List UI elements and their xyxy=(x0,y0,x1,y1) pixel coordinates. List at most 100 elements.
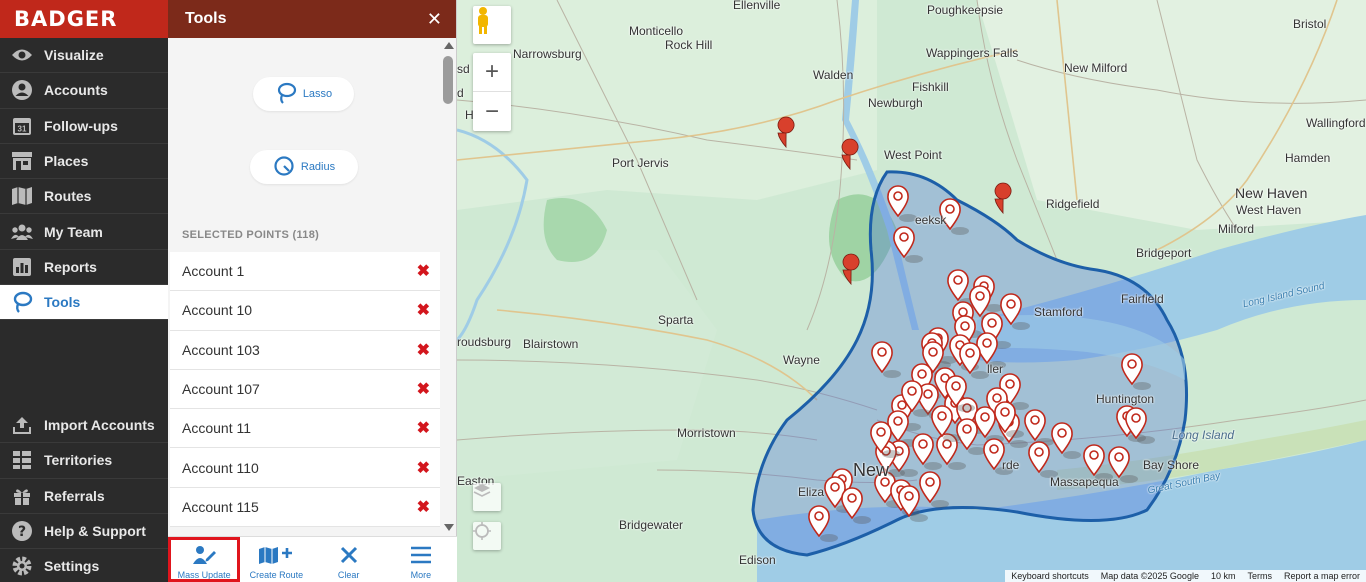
mass-update-button[interactable]: Mass Update xyxy=(168,537,241,582)
panel-scrollbar[interactable] xyxy=(442,38,455,535)
tools-panel: Tools ✕ Lasso Radius SELECTED POINTS (11… xyxy=(168,0,457,582)
map-label-massapequa: Massapequa xyxy=(1050,475,1119,489)
terms-link[interactable]: Terms xyxy=(1241,570,1278,582)
pin-shadow xyxy=(951,227,969,235)
nav-item-accounts[interactable]: Accounts xyxy=(0,73,168,109)
panel-action-bar: Mass Update Create Route Clear More xyxy=(168,536,457,582)
tools-panel-header: Tools ✕ xyxy=(168,0,456,38)
lasso-button[interactable]: Lasso xyxy=(253,77,354,111)
map-view[interactable]: Ellenville Poughkeepsie Bristol Monticel… xyxy=(457,0,1366,582)
map-label-port-jervis: Port Jervis xyxy=(612,156,669,170)
nav-label-routes: Routes xyxy=(44,188,92,205)
layers-button[interactable] xyxy=(473,483,501,511)
brand-logo[interactable]: BADGER xyxy=(0,0,168,38)
nav-label-territories: Territories xyxy=(44,452,113,469)
map-label-fairfield: Fairfield xyxy=(1121,292,1164,306)
gear-icon xyxy=(11,555,33,577)
nav-item-visualize[interactable]: Visualize xyxy=(0,38,168,74)
map-label-wallingford: Wallingford xyxy=(1306,116,1366,130)
nav-item-help-support[interactable]: ? Help & Support xyxy=(0,514,168,550)
more-button[interactable]: More xyxy=(385,537,457,582)
mass-update-label: Mass Update xyxy=(177,570,231,580)
pin-shadow xyxy=(924,462,942,470)
map-label-ellenville: Ellenville xyxy=(733,0,781,12)
radius-button[interactable]: Radius xyxy=(250,150,358,184)
nav-label-tools: Tools xyxy=(44,294,81,311)
create-route-button[interactable]: Create Route xyxy=(240,537,312,582)
pin-shadow xyxy=(910,514,928,522)
map-label-newburgh: Newburgh xyxy=(868,96,923,110)
map-label-new-york: New xyxy=(853,460,890,480)
remove-icon[interactable]: ✖ xyxy=(417,261,430,281)
radius-icon xyxy=(273,155,295,180)
nav-label-import-accounts: Import Accounts xyxy=(44,417,155,434)
keyboard-shortcuts-link[interactable]: Keyboard shortcuts xyxy=(1005,570,1095,582)
close-icon[interactable]: ✕ xyxy=(427,9,442,30)
list-item[interactable]: Account 110 ✖ xyxy=(170,448,440,488)
nav-item-settings[interactable]: Settings xyxy=(0,549,168,582)
map-label-wayne: Wayne xyxy=(783,353,820,367)
scroll-thumb[interactable] xyxy=(443,56,453,104)
pin-shadow xyxy=(1133,382,1151,390)
question-icon: ? xyxy=(11,520,33,542)
pin-shadow xyxy=(853,516,871,524)
lasso-label: Lasso xyxy=(302,88,333,100)
scroll-down-icon[interactable] xyxy=(444,524,454,531)
pin-shadow xyxy=(931,500,949,508)
nav-item-follow-ups[interactable]: 31 Follow-ups xyxy=(0,109,168,144)
map-label-stroudsburg: roudsburg xyxy=(457,335,512,349)
nav-label-accounts: Accounts xyxy=(44,82,108,99)
clear-button[interactable]: Clear xyxy=(313,537,385,582)
storefront-icon xyxy=(11,150,33,172)
nav-item-referrals[interactable]: Referrals xyxy=(0,479,168,514)
list-item[interactable]: Account 115 ✖ xyxy=(170,487,440,528)
remove-icon[interactable]: ✖ xyxy=(417,300,430,320)
street-view-button[interactable] xyxy=(473,6,511,44)
app-root: BADGER Visualize Accounts 31 Follow-ups … xyxy=(0,0,1366,582)
remove-icon[interactable]: ✖ xyxy=(417,340,430,360)
pin-shadow xyxy=(913,409,931,417)
remove-icon[interactable]: ✖ xyxy=(417,418,430,438)
list-item[interactable]: Account 1 ✖ xyxy=(170,252,440,292)
pin-shadow xyxy=(1012,322,1030,330)
report-chart-icon xyxy=(11,256,33,278)
map-label-narrowsburg: Narrowsburg xyxy=(513,47,582,61)
nav-item-import-accounts[interactable]: Import Accounts xyxy=(0,408,168,444)
remove-icon[interactable]: ✖ xyxy=(417,458,430,478)
map-label-stamford: Stamford xyxy=(1034,305,1083,319)
remove-icon[interactable]: ✖ xyxy=(417,379,430,399)
locate-button[interactable] xyxy=(473,522,501,550)
lasso-icon xyxy=(11,291,33,314)
list-item[interactable]: Account 103 ✖ xyxy=(170,330,440,370)
clear-icon xyxy=(339,545,359,567)
nav-item-territories[interactable]: Territories xyxy=(0,443,168,479)
map-label-wappingers-falls: Wappingers Falls xyxy=(926,46,1019,60)
nav-item-reports[interactable]: Reports xyxy=(0,250,168,286)
scroll-up-icon[interactable] xyxy=(444,42,454,49)
map-attribution: Keyboard shortcuts Map data ©2025 Google… xyxy=(1005,570,1366,582)
person-circle-icon xyxy=(11,79,33,101)
zoom-out-button[interactable]: − xyxy=(473,92,511,131)
pin-shadow xyxy=(1120,475,1138,483)
list-item[interactable]: Account 107 ✖ xyxy=(170,369,440,410)
map-label-elizabeth: Eliza xyxy=(798,485,825,499)
report-error-link[interactable]: Report a map error xyxy=(1278,570,1366,582)
remove-icon[interactable]: ✖ xyxy=(417,497,430,517)
zoom-in-button[interactable]: + xyxy=(473,53,511,92)
more-label: More xyxy=(410,570,432,580)
nav-item-places[interactable]: Places xyxy=(0,144,168,180)
nav-bottom-group: Import Accounts Territories Referrals ? … xyxy=(0,408,168,582)
nav-item-tools[interactable]: Tools xyxy=(0,285,168,321)
nav-item-my-team[interactable]: My Team xyxy=(0,214,168,250)
map-label-hamden: Hamden xyxy=(1285,151,1331,165)
tools-panel-title: Tools xyxy=(185,10,227,27)
pin-shadow xyxy=(820,534,838,542)
map-label-new-haven: New Haven xyxy=(1235,185,1308,201)
account-name: Account 1 xyxy=(182,263,245,280)
create-route-label: Create Route xyxy=(249,570,304,580)
list-item[interactable]: Account 10 ✖ xyxy=(170,291,440,331)
main-nav: BADGER Visualize Accounts 31 Follow-ups … xyxy=(0,0,168,582)
nav-item-routes[interactable]: Routes xyxy=(0,179,168,215)
list-item[interactable]: Account 11 ✖ xyxy=(170,409,440,449)
map-label-new-milford: New Milford xyxy=(1064,61,1128,75)
